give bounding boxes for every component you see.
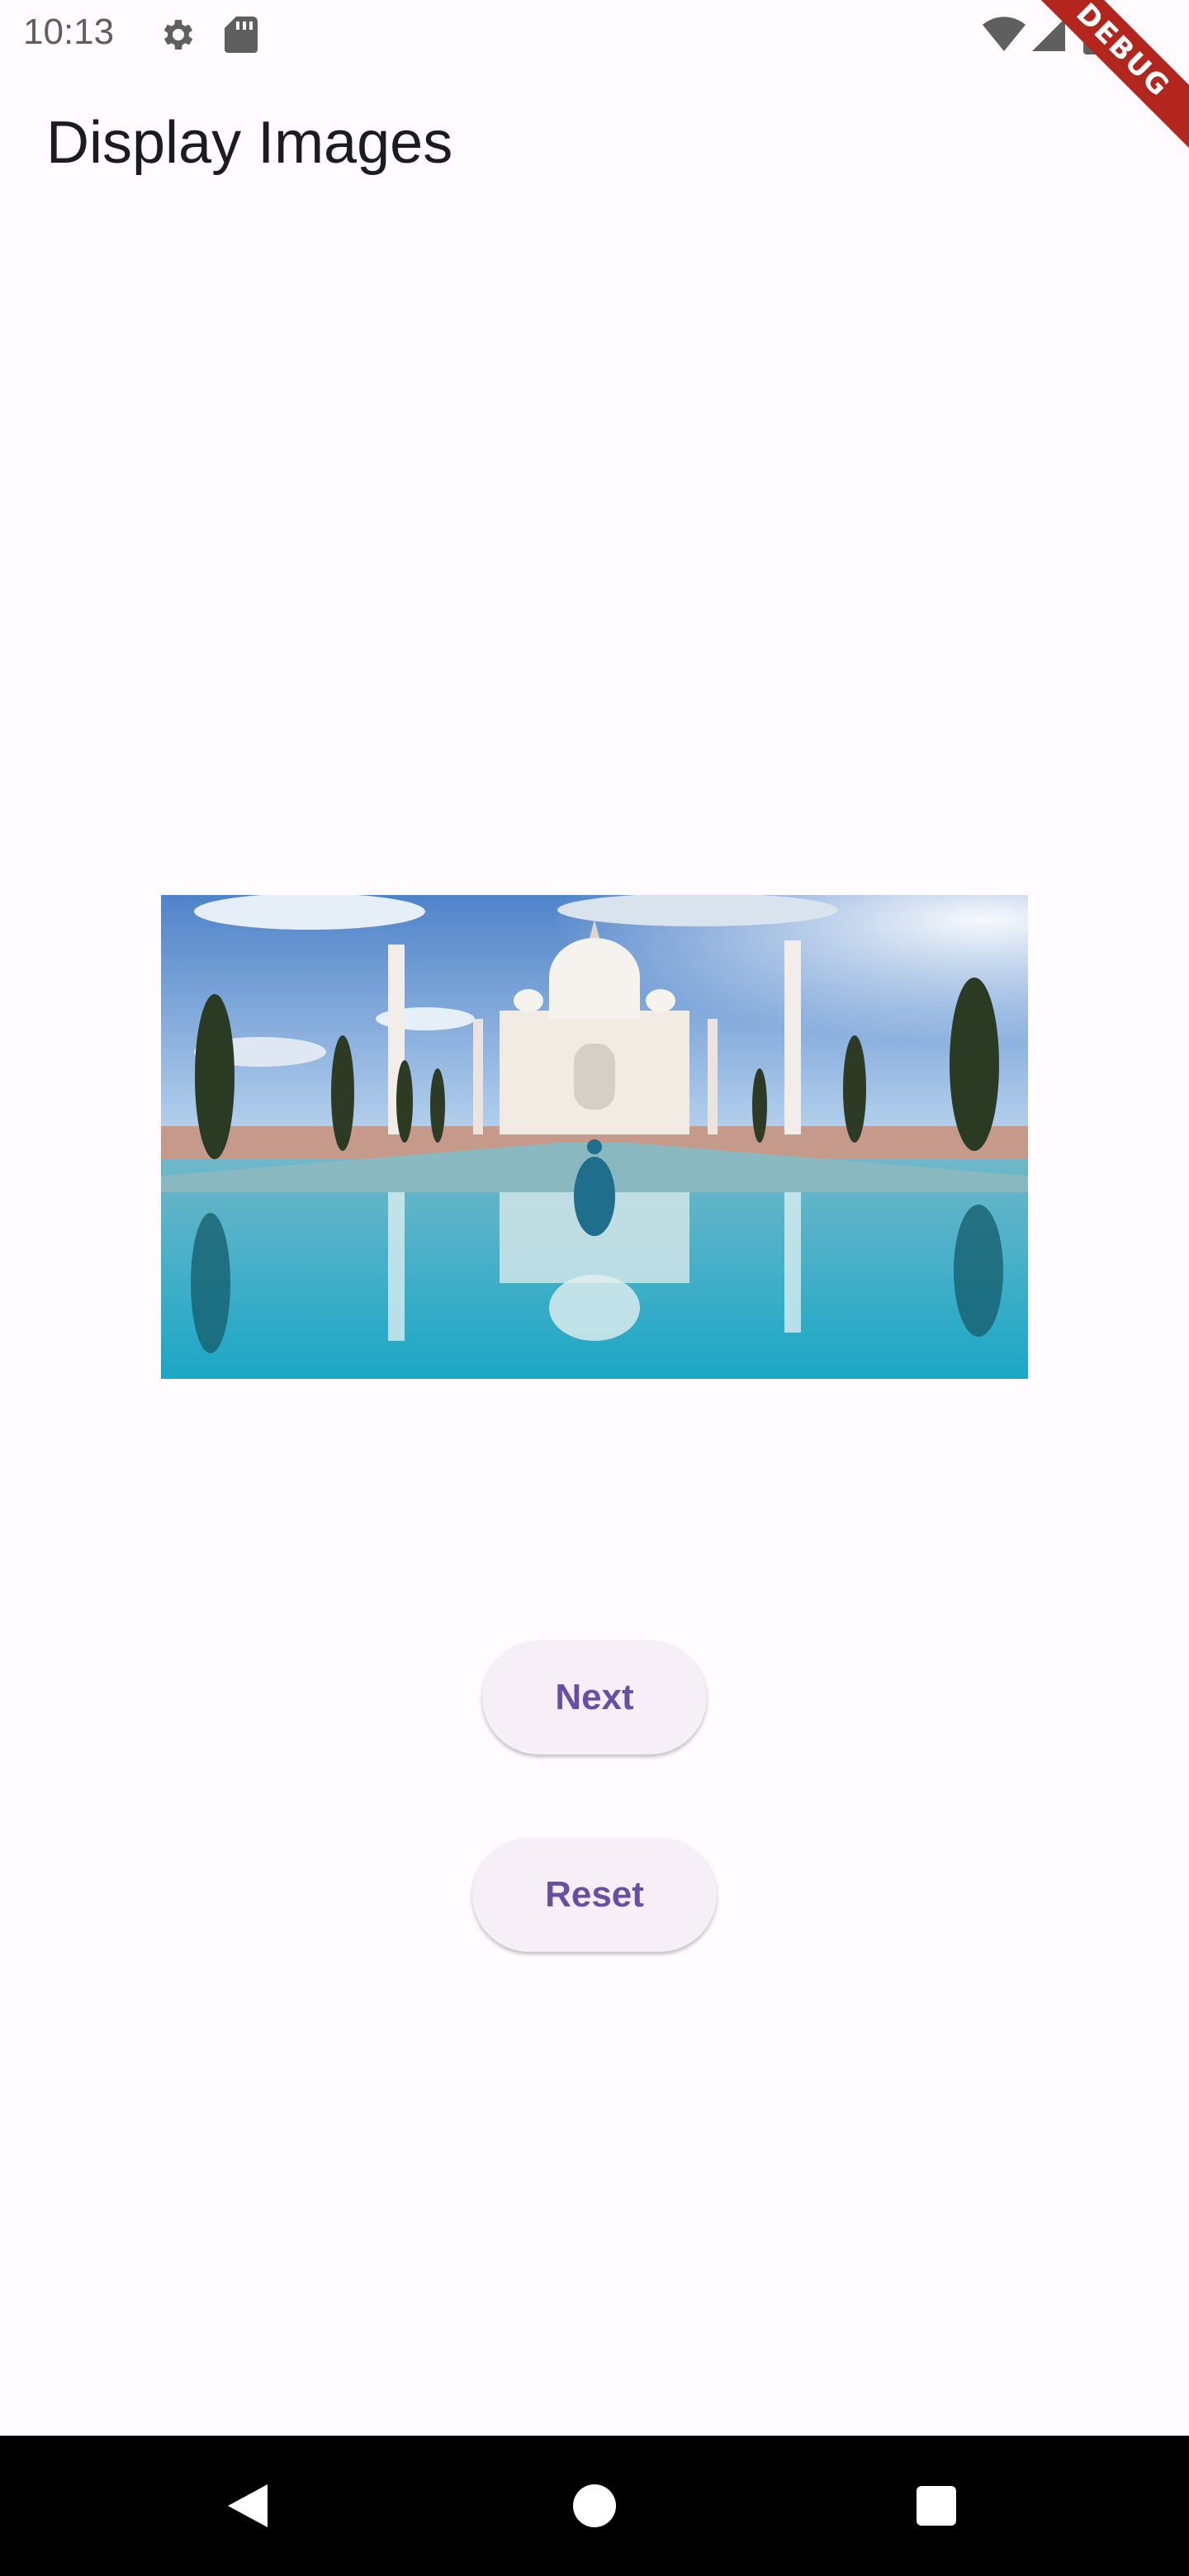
taj-mahal-photo (161, 895, 1028, 1379)
system-nav-bar (0, 2436, 1189, 2576)
wifi-icon (981, 15, 1027, 59)
page-title: Display Images (46, 110, 453, 176)
screen: 10:13 DEBUG Display Images Next Reset (0, 0, 1189, 2576)
reset-button[interactable]: Reset (472, 1838, 717, 1952)
signal-icon (1030, 15, 1067, 59)
recents-icon[interactable] (854, 2436, 1019, 2576)
back-icon[interactable] (165, 2436, 330, 2576)
home-icon[interactable] (512, 2436, 677, 2576)
status-bar: 10:13 (0, 0, 1189, 69)
status-time: 10:13 (23, 12, 115, 52)
gear-icon (157, 15, 197, 59)
next-button[interactable]: Next (482, 1641, 707, 1754)
sd-card-icon (223, 15, 259, 59)
